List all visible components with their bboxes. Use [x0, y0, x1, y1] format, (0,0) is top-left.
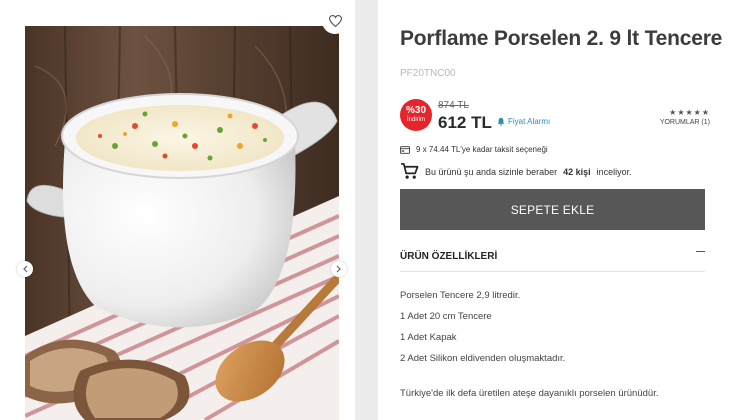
chevron-left-icon: [23, 265, 28, 273]
reviews-link[interactable]: YORUMLAR (1): [650, 119, 710, 126]
installment-text: 9 x 74.44 TL'ye kadar taksit seçeneği: [416, 145, 548, 154]
add-to-cart-button[interactable]: SEPETE EKLE: [400, 189, 705, 230]
feature-line: 2 Adet Silikon eldivenden oluşmaktadır.: [400, 353, 566, 364]
chevron-right-icon: [336, 265, 341, 273]
features-accordion-header[interactable]: ÜRÜN ÖZELLİKLERİ: [400, 246, 705, 272]
viewers-suffix: inceliyor.: [596, 166, 632, 177]
product-title: Porflame Porselen 2. 9 lt Tencere: [400, 27, 723, 50]
old-price: 874 TL: [438, 100, 469, 111]
viewers-prefix: Bu ürünü şu anda sizinle beraber: [425, 166, 558, 177]
live-viewers-info: Bu ürünü şu anda sizinle beraber 42 kişi…: [400, 163, 632, 180]
shopping-cart-icon: [401, 163, 419, 179]
favorite-button[interactable]: [322, 8, 348, 34]
current-price: 612 TL: [438, 113, 492, 132]
price-alarm-link[interactable]: Fiyat Alarmı: [497, 117, 550, 126]
bell-icon: [497, 117, 505, 126]
heart-outline-icon: [328, 15, 342, 27]
product-rating[interactable]: ★★★★★ YORUMLAR (1): [650, 108, 710, 126]
discount-percent: %30: [405, 105, 426, 116]
discount-badge: %30 İndirim: [400, 99, 432, 131]
product-sku: PF20TNC00: [400, 68, 456, 79]
feature-line: 1 Adet 20 cm Tencere: [400, 311, 492, 322]
gallery-next-button[interactable]: [331, 261, 347, 277]
installment-info: 9 x 74.44 TL'ye kadar taksit seçeneği: [400, 145, 548, 154]
product-gallery: [0, 0, 355, 420]
feature-line: 1 Adet Kapak: [400, 332, 457, 343]
credit-card-icon: [400, 145, 410, 154]
features-heading: ÜRÜN ÖZELLİKLERİ: [400, 251, 498, 262]
viewers-count: 42 kişi: [563, 166, 591, 177]
product-info-panel: Porflame Porselen 2. 9 lt Tencere PF20TN…: [378, 0, 730, 420]
product-image[interactable]: [25, 26, 339, 420]
price-alarm-label: Fiyat Alarmı: [508, 117, 551, 126]
feature-line: Porselen Tencere 2,9 litredir.: [400, 290, 521, 301]
features-description: Porselen Tencere 2,9 litredir. 1 Adet 20…: [400, 290, 658, 409]
rating-stars: ★★★★★: [669, 108, 710, 117]
section-divider: [400, 271, 705, 272]
discount-label: İndirim: [406, 117, 425, 123]
feature-line: Türkiye'de ilk defa üretilen ateşe dayan…: [400, 388, 659, 399]
gallery-prev-button[interactable]: [17, 261, 33, 277]
minus-icon: [696, 251, 705, 252]
